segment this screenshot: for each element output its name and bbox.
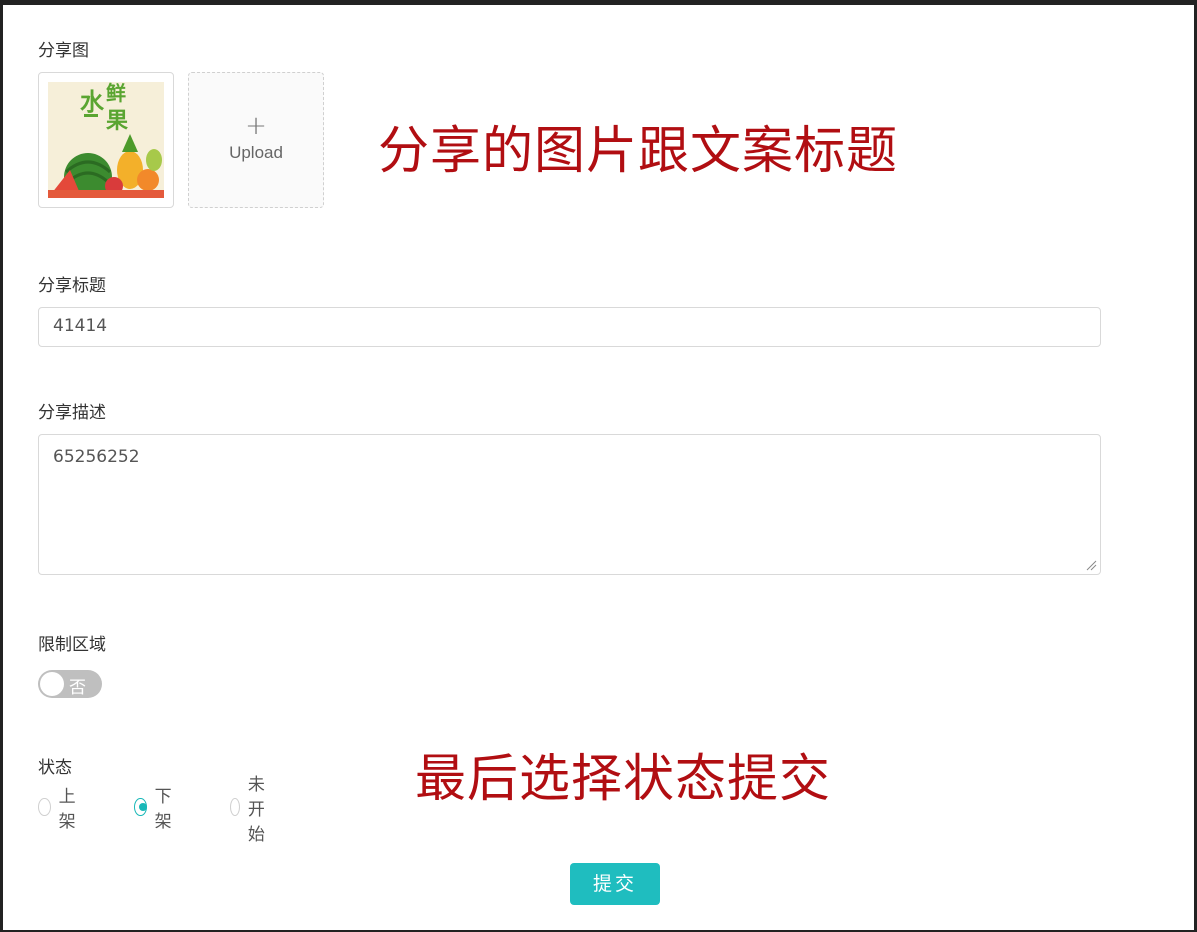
upload-button[interactable]: + Upload [188,72,324,208]
radio-circle[interactable] [134,798,147,816]
share-title-input[interactable]: 41414 [38,307,1101,347]
plus-icon: + [245,111,267,141]
svg-text:鲜: 鲜 [106,82,126,105]
share-image-thumbnail[interactable]: 水 鲜 果 [38,72,174,208]
form-panel: 分享图 水 鲜 果 + Upload 分享的图片跟文案标题 分享标题 41414… [3,5,1194,930]
annotation-top: 分享的图片跟文案标题 [378,122,899,181]
resize-handle-icon[interactable] [1085,559,1097,571]
svg-text:水: 水 [80,88,105,116]
radio-not-started[interactable]: 未开始 [230,775,273,845]
radio-label: 下架 [154,787,172,832]
share-description-value: 65256252 [53,447,140,467]
svg-text:果: 果 [106,109,128,134]
radio-off-shelf[interactable]: 下架 [134,787,177,832]
restricted-area-switch[interactable]: 否 [38,670,102,698]
radio-circle[interactable] [38,798,51,816]
status-label: 状态 [38,758,72,778]
switch-knob [40,672,64,696]
restricted-area-label: 限制区域 [38,635,106,655]
radio-label: 上架 [58,787,76,832]
radio-circle[interactable] [230,798,240,816]
share-image-label: 分享图 [38,41,89,61]
annotation-bottom: 最后选择状态提交 [415,750,832,809]
switch-text: 否 [69,678,86,698]
fruit-poster-image: 水 鲜 果 [48,82,164,198]
submit-button[interactable]: 提交 [570,863,660,905]
share-title-label: 分享标题 [38,276,106,296]
fruit-poster-graphic: 水 鲜 果 [48,82,164,198]
share-description-textarea[interactable]: 65256252 [38,434,1101,575]
upload-label: Upload [229,143,283,162]
radio-label: 未开始 [247,774,265,845]
share-description-label: 分享描述 [38,403,106,423]
radio-on-shelf[interactable]: 上架 [38,787,81,832]
